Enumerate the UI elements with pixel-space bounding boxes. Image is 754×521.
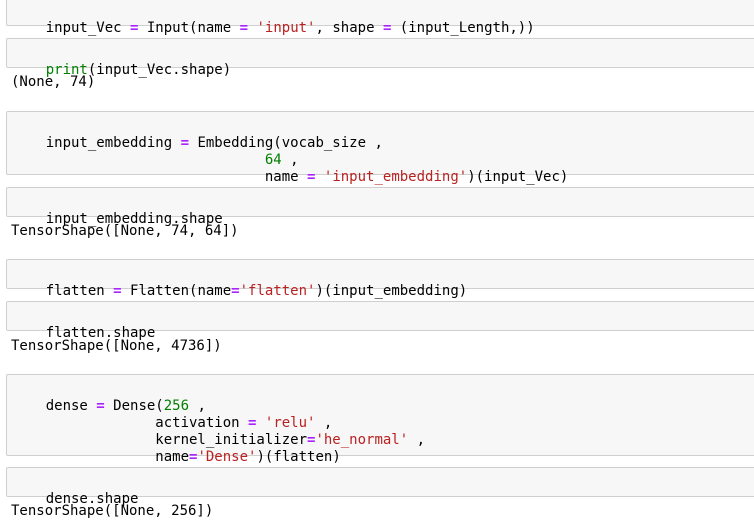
code-cell-print-shape[interactable]: print(input_Vec.shape) bbox=[6, 38, 754, 78]
cell-output: TensorShape([None, 256]) bbox=[11, 503, 214, 519]
code-line: input_embedding = Embedding(vocab_size , bbox=[45, 135, 383, 151]
code-line: flatten = Flatten(name='flatten')(input_… bbox=[45, 283, 468, 299]
cell-output: TensorShape([None, 74, 64]) bbox=[11, 223, 239, 239]
code-cell-input-vec[interactable]: input_Vec = Input(name = 'input', shape … bbox=[6, 0, 754, 36]
code-line: dense.shape bbox=[45, 491, 139, 507]
code-cell-input-embedding-shape[interactable]: input_embedding.shape bbox=[6, 187, 754, 227]
code-line: name='Dense')(flatten) bbox=[45, 449, 341, 465]
code-line: name = 'input_embedding')(input_Vec) bbox=[45, 169, 569, 185]
code-cell-dense-shape[interactable]: dense.shape bbox=[6, 467, 754, 507]
code-line: print(input_Vec.shape) bbox=[45, 62, 232, 78]
code-line: input_Vec = Input(name = 'input', shape … bbox=[45, 20, 535, 36]
code-cell-dense[interactable]: dense = Dense(256 , activation = 'relu' … bbox=[6, 374, 754, 465]
code-line: 64 , bbox=[264, 152, 299, 168]
code-cell-flatten-shape[interactable]: flatten.shape bbox=[6, 301, 754, 341]
code-line: input_embedding.shape bbox=[45, 211, 223, 227]
cell-output: TensorShape([None, 4736]) bbox=[11, 338, 222, 354]
code-cell-flatten[interactable]: flatten = Flatten(name='flatten')(input_… bbox=[6, 259, 754, 299]
code-line: flatten.shape bbox=[45, 325, 156, 341]
cell-output: (None, 74) bbox=[11, 74, 96, 90]
code-line: dense = Dense(256 , bbox=[45, 398, 206, 414]
code-line: activation = 'relu' , bbox=[45, 415, 333, 431]
code-line: kernel_initializer='he_normal' , bbox=[45, 432, 426, 448]
code-cell-input-embedding[interactable]: input_embedding = Embedding(vocab_size ,… bbox=[6, 111, 754, 185]
